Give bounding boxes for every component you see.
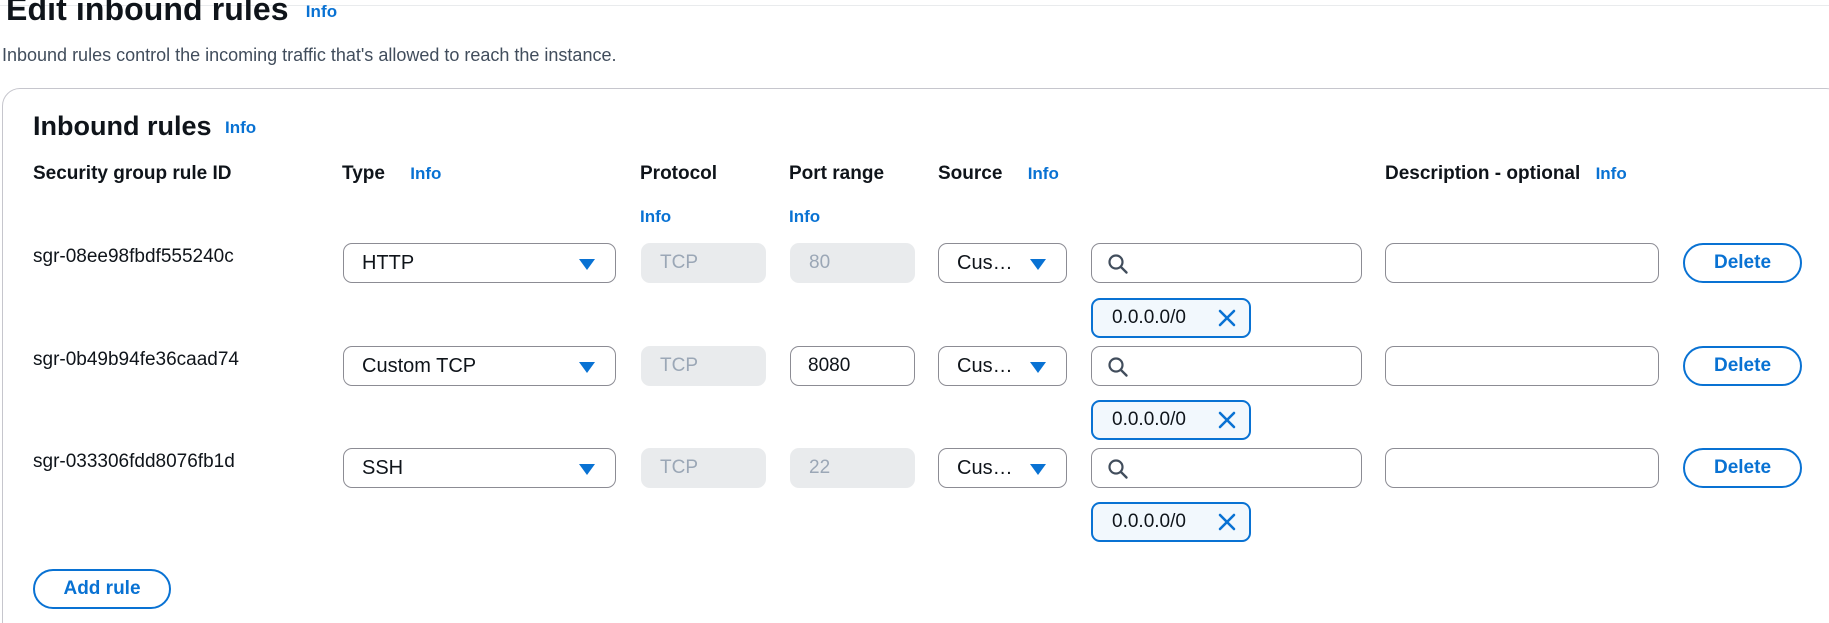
cidr-token-label: 0.0.0.0/0 xyxy=(1112,307,1186,328)
source-type-select[interactable]: Cus… xyxy=(938,448,1067,488)
rule-id: sgr-033306fdd8076fb1d xyxy=(33,451,235,472)
caret-down-icon xyxy=(579,362,595,373)
column-header-description: Description - optional Info xyxy=(1385,163,1627,185)
protocol-info-link[interactable]: Info xyxy=(640,207,671,227)
container-title-text: Inbound rules xyxy=(33,111,212,141)
type-select[interactable]: Custom TCP xyxy=(343,346,616,386)
search-icon xyxy=(1108,459,1128,479)
port-range-info-link[interactable]: Info xyxy=(789,207,820,227)
cidr-token-label: 0.0.0.0/0 xyxy=(1112,511,1186,532)
column-header-protocol: Protocol xyxy=(640,163,718,184)
description-info-link[interactable]: Info xyxy=(1596,164,1627,183)
page-title: Edit inbound rules Info xyxy=(6,0,337,28)
type-select-value: Custom TCP xyxy=(362,355,477,377)
protocol-field: TCP xyxy=(641,346,766,386)
cidr-token: 0.0.0.0/0 xyxy=(1091,298,1251,338)
column-header-port-range: Port range xyxy=(789,163,885,184)
column-header-source: Source Info xyxy=(938,163,1059,185)
type-select[interactable]: HTTP xyxy=(343,243,616,283)
cidr-token: 0.0.0.0/0 xyxy=(1091,400,1251,440)
page-title-info-link[interactable]: Info xyxy=(306,2,338,21)
source-search-input[interactable] xyxy=(1091,448,1362,488)
close-icon[interactable] xyxy=(1217,410,1237,430)
caret-down-icon xyxy=(579,259,595,270)
source-search-input[interactable] xyxy=(1091,346,1362,386)
source-type-select-value: Cus… xyxy=(957,355,1013,377)
column-header-description-label: Description - optional xyxy=(1385,163,1581,184)
source-search-input[interactable] xyxy=(1091,243,1362,283)
search-icon xyxy=(1108,254,1128,274)
container-title-info-link[interactable]: Info xyxy=(225,118,256,137)
cidr-token-label: 0.0.0.0/0 xyxy=(1112,409,1186,430)
page-description: Inbound rules control the incoming traff… xyxy=(2,45,617,65)
search-icon xyxy=(1108,357,1128,377)
caret-down-icon xyxy=(1030,362,1046,373)
protocol-field: TCP xyxy=(641,243,766,283)
description-input[interactable] xyxy=(1385,448,1659,488)
edit-inbound-rules-page: Edit inbound rules Info Inbound rules co… xyxy=(0,0,1829,623)
source-type-select-value: Cus… xyxy=(957,457,1013,479)
rule-id: sgr-0b49b94fe36caad74 xyxy=(33,349,240,370)
source-info-link[interactable]: Info xyxy=(1028,164,1059,183)
description-input[interactable] xyxy=(1385,346,1659,386)
column-header-source-label: Source xyxy=(938,163,1003,184)
source-type-select[interactable]: Cus… xyxy=(938,243,1067,283)
type-select[interactable]: SSH xyxy=(343,448,616,488)
container-title: Inbound rules Info xyxy=(33,111,256,142)
protocol-field: TCP xyxy=(641,448,766,488)
column-header-rule-id: Security group rule ID xyxy=(33,163,232,184)
column-header-type: Type Info xyxy=(342,163,441,185)
source-type-select-value: Cus… xyxy=(957,252,1013,274)
caret-down-icon xyxy=(579,464,595,475)
caret-down-icon xyxy=(1030,464,1046,475)
delete-button[interactable]: Delete xyxy=(1683,448,1802,488)
type-select-value: SSH xyxy=(362,457,404,479)
caret-down-icon xyxy=(1030,259,1046,270)
rule-id: sgr-08ee98fbdf555240c xyxy=(33,246,234,267)
delete-button[interactable]: Delete xyxy=(1683,243,1802,283)
port-range-field: 22 xyxy=(790,448,915,488)
add-rule-button[interactable]: Add rule xyxy=(33,569,171,609)
type-select-value: HTTP xyxy=(362,252,415,274)
close-icon[interactable] xyxy=(1217,308,1237,328)
close-icon[interactable] xyxy=(1217,512,1237,532)
source-type-select[interactable]: Cus… xyxy=(938,346,1067,386)
cidr-token: 0.0.0.0/0 xyxy=(1091,502,1251,542)
page-title-text: Edit inbound rules xyxy=(6,0,289,27)
type-info-link[interactable]: Info xyxy=(410,164,441,183)
port-range-input[interactable]: 8080 xyxy=(790,346,915,386)
column-header-type-label: Type xyxy=(342,163,385,184)
description-input[interactable] xyxy=(1385,243,1659,283)
port-range-field: 80 xyxy=(790,243,915,283)
delete-button[interactable]: Delete xyxy=(1683,346,1802,386)
